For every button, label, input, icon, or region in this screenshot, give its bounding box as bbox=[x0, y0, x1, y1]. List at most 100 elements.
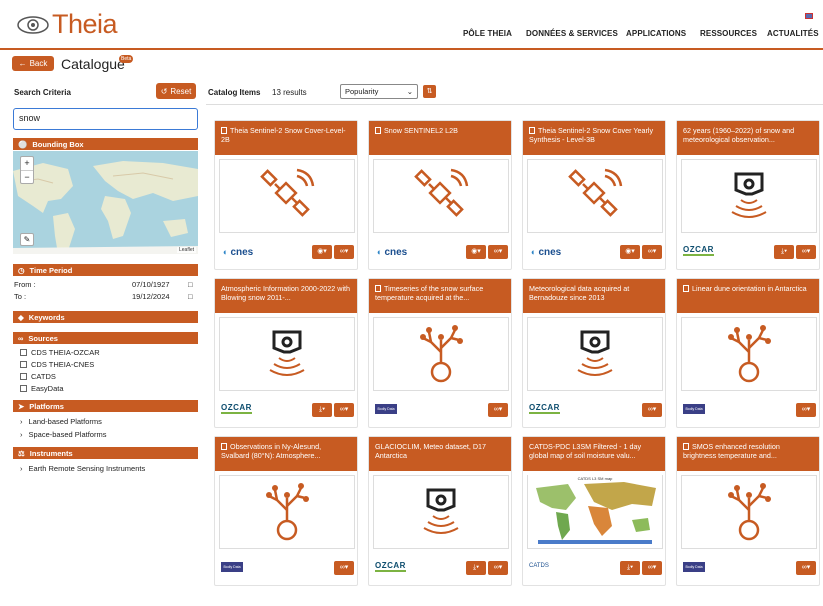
theia-logo[interactable]: Theia bbox=[16, 9, 118, 40]
calendar-icon[interactable]: □ bbox=[188, 292, 193, 301]
download-button[interactable]: ⤓▾ bbox=[312, 403, 332, 417]
link-icon: ∞ bbox=[18, 333, 24, 343]
links-button[interactable]: ∞▾ bbox=[488, 561, 508, 575]
link-icon: ∞▾ bbox=[647, 564, 657, 571]
card-title-bar[interactable]: Linear dune orientation in Antarctica bbox=[677, 279, 819, 313]
map-attribution[interactable]: Leaflet bbox=[176, 247, 196, 253]
map-zoom-control[interactable]: + − bbox=[20, 156, 34, 184]
card-thumbnail[interactable] bbox=[219, 475, 355, 549]
catalog-card[interactable]: Timeseries of the snow surface temperatu… bbox=[368, 278, 512, 428]
view-button[interactable]: ◉▾ bbox=[312, 245, 332, 259]
download-button[interactable]: ⤓▾ bbox=[774, 245, 794, 259]
links-button[interactable]: ∞▾ bbox=[642, 245, 662, 259]
links-button[interactable]: ∞▾ bbox=[796, 403, 816, 417]
from-date-input[interactable]: 07/10/1927 bbox=[132, 280, 170, 289]
links-button[interactable]: ∞▾ bbox=[796, 245, 816, 259]
time-period-header[interactable]: ◷ Time Period bbox=[13, 264, 198, 276]
instruments-header[interactable]: ⚖ Instruments bbox=[13, 447, 198, 459]
sources-header[interactable]: ∞ Sources bbox=[13, 332, 198, 344]
card-title-bar[interactable]: Observations in Ny-Alesund, Svalbard (80… bbox=[215, 437, 357, 471]
card-title-bar[interactable]: Theia Sentinel-2 Snow Cover Yearly Synth… bbox=[523, 121, 665, 155]
card-thumbnail[interactable] bbox=[681, 317, 817, 391]
card-thumbnail[interactable] bbox=[681, 475, 817, 549]
catalog-card[interactable]: CATDS-PDC L3SM Filtered - 1 day global m… bbox=[522, 436, 666, 586]
sort-order-button[interactable]: ⇅ bbox=[423, 85, 436, 98]
links-button[interactable]: ∞▾ bbox=[796, 561, 816, 575]
card-thumbnail[interactable]: CATDS L3 SM map bbox=[527, 473, 663, 549]
download-button[interactable]: ⤓▾ bbox=[466, 561, 486, 575]
platform-tree-item[interactable]: › Space-based Platforms bbox=[20, 430, 106, 439]
catalog-card[interactable]: Linear dune orientation in Antarctica Bod… bbox=[676, 278, 820, 428]
card-thumbnail[interactable] bbox=[373, 317, 509, 391]
source-checkbox-cnes[interactable]: CDS THEIA-CNES bbox=[20, 360, 94, 369]
draw-bbox-button[interactable]: ✎ bbox=[20, 233, 34, 246]
card-thumbnail[interactable] bbox=[373, 475, 509, 549]
calendar-icon[interactable]: □ bbox=[188, 280, 193, 289]
links-button[interactable]: ∞▾ bbox=[642, 403, 662, 417]
card-title-bar[interactable]: Atmospheric Information 2000-2022 with B… bbox=[215, 279, 357, 313]
nav-applications[interactable]: APPLICATIONS bbox=[626, 29, 686, 38]
satellite-icon bbox=[565, 164, 625, 229]
card-thumbnail[interactable] bbox=[219, 159, 355, 233]
back-button[interactable]: ← Back bbox=[12, 56, 54, 71]
links-button[interactable]: ∞▾ bbox=[334, 561, 354, 575]
catalog-card[interactable]: Theia Sentinel-2 Snow Cover Yearly Synth… bbox=[522, 120, 666, 270]
card-thumbnail[interactable] bbox=[219, 317, 355, 391]
english-flag-icon[interactable] bbox=[805, 13, 813, 19]
catalog-card[interactable]: GLACIOCLIM, Meteo dataset, D17 Antarctic… bbox=[368, 436, 512, 586]
links-button[interactable]: ∞▾ bbox=[334, 403, 354, 417]
card-thumbnail[interactable] bbox=[373, 159, 509, 233]
sort-icon: ⇅ bbox=[426, 88, 433, 95]
nav-pole-theia[interactable]: PÔLE THEIA bbox=[463, 29, 512, 38]
source-checkbox-catds[interactable]: CATDS bbox=[20, 372, 56, 381]
bounding-box-map[interactable]: + − ✎ Leaflet bbox=[13, 151, 198, 254]
nav-ressources[interactable]: RESSOURCES bbox=[700, 29, 757, 38]
zoom-in-button[interactable]: + bbox=[21, 157, 33, 170]
links-button[interactable]: ∞▾ bbox=[488, 403, 508, 417]
search-input[interactable]: snow bbox=[13, 108, 198, 130]
card-thumbnail[interactable] bbox=[527, 159, 663, 233]
card-thumbnail[interactable] bbox=[681, 159, 817, 233]
checkbox[interactable] bbox=[20, 373, 27, 380]
catalog-card[interactable]: SMOS enhanced resolution brightness temp… bbox=[676, 436, 820, 586]
card-footer: cnes ◉▾ ∞▾ bbox=[529, 244, 662, 260]
catalog-card[interactable]: Snow SENTINEL2 L2B cnes ◉▾ ∞▾ bbox=[368, 120, 512, 270]
catalog-card[interactable]: Observations in Ny-Alesund, Svalbard (80… bbox=[214, 436, 358, 586]
checkbox[interactable] bbox=[20, 361, 27, 368]
card-title-bar[interactable]: SMOS enhanced resolution brightness temp… bbox=[677, 437, 819, 471]
card-thumbnail[interactable] bbox=[527, 317, 663, 391]
search-criteria-title: Search Criteria bbox=[14, 88, 71, 97]
view-button[interactable]: ◉▾ bbox=[620, 245, 640, 259]
card-title-bar[interactable]: Meteorological data acquired at Bernadou… bbox=[523, 279, 665, 313]
platform-tree-item[interactable]: › Land-based Platforms bbox=[20, 417, 102, 426]
catalog-card[interactable]: Theia Sentinel-2 Snow Cover-Level-2B cnes… bbox=[214, 120, 358, 270]
card-title-bar[interactable]: 62 years (1960–2022) of snow and meteoro… bbox=[677, 121, 819, 155]
download-button[interactable]: ⤓▾ bbox=[620, 561, 640, 575]
catalog-card[interactable]: 62 years (1960–2022) of snow and meteoro… bbox=[676, 120, 820, 270]
card-title-bar[interactable]: CATDS-PDC L3SM Filtered - 1 day global m… bbox=[523, 437, 665, 471]
to-date-input[interactable]: 19/12/2024 bbox=[132, 292, 170, 301]
card-title-bar[interactable]: Snow SENTINEL2 L2B bbox=[369, 121, 511, 155]
source-checkbox-ozcar[interactable]: CDS THEIA-OZCAR bbox=[20, 348, 100, 357]
links-button[interactable]: ∞▾ bbox=[334, 245, 354, 259]
checkbox[interactable] bbox=[20, 385, 27, 392]
nav-donnees-services[interactable]: DONNÉES & SERVICES bbox=[526, 29, 618, 38]
view-button[interactable]: ◉▾ bbox=[466, 245, 486, 259]
keywords-header[interactable]: ◆ Keywords bbox=[13, 311, 198, 323]
card-title-bar[interactable]: GLACIOCLIM, Meteo dataset, D17 Antarctic… bbox=[369, 437, 511, 471]
links-button[interactable]: ∞▾ bbox=[642, 561, 662, 575]
checkbox[interactable] bbox=[20, 349, 27, 356]
nav-actualites[interactable]: ACTUALITÉS bbox=[767, 29, 819, 38]
card-title-bar[interactable]: Timeseries of the snow surface temperatu… bbox=[369, 279, 511, 313]
zoom-out-button[interactable]: − bbox=[21, 170, 33, 184]
links-button[interactable]: ∞▾ bbox=[488, 245, 508, 259]
source-checkbox-easydata[interactable]: EasyData bbox=[20, 384, 64, 393]
card-title-bar[interactable]: Theia Sentinel-2 Snow Cover-Level-2B bbox=[215, 121, 357, 155]
bounding-box-header[interactable]: ⚪ Bounding Box bbox=[13, 138, 198, 150]
catalog-card[interactable]: Atmospheric Information 2000-2022 with B… bbox=[214, 278, 358, 428]
reset-button[interactable]: ↺ Reset bbox=[156, 83, 196, 99]
catalog-card[interactable]: Meteorological data acquired at Bernadou… bbox=[522, 278, 666, 428]
platforms-header[interactable]: ➤ Platforms bbox=[13, 400, 198, 412]
sort-select[interactable]: Popularity ⌄ bbox=[340, 84, 418, 99]
instrument-tree-item[interactable]: › Earth Remote Sensing Instruments bbox=[20, 464, 145, 473]
